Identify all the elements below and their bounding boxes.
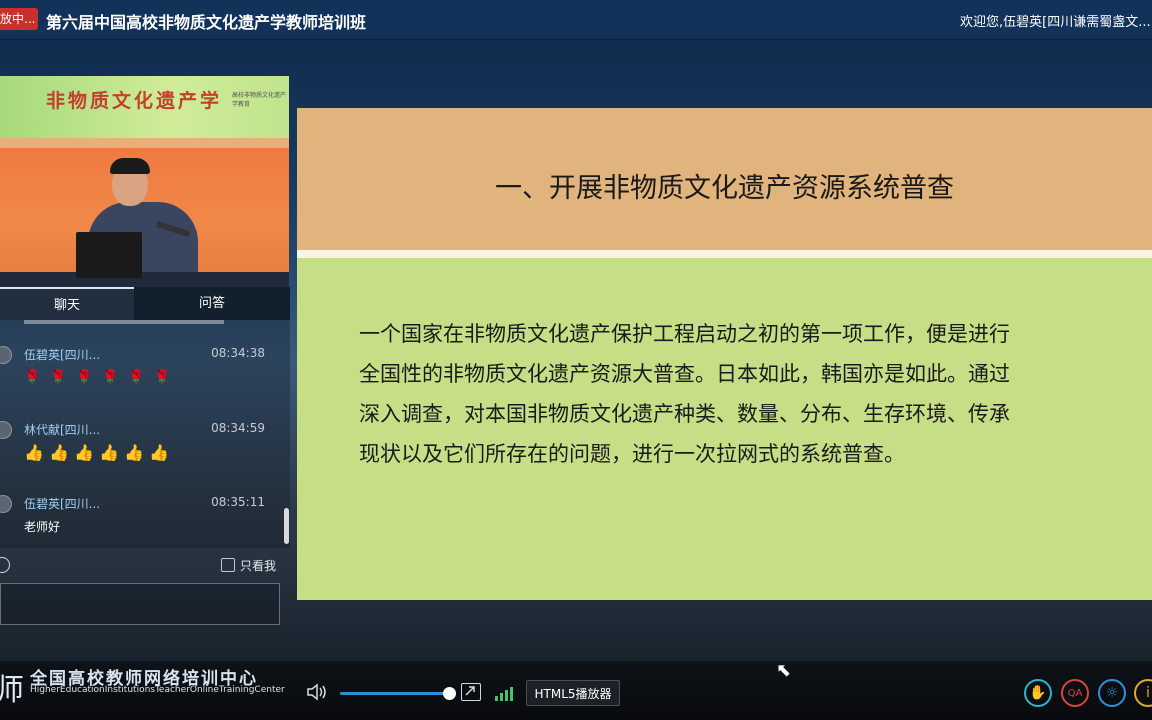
chat-body: 🌹 🌹 🌹 🌹 🌹 🌹	[24, 370, 180, 385]
chat-timestamp: 08:34:59	[211, 421, 265, 435]
teacher-video[interactable]: 非物质文化遗产学 高校非物质文化遗产学教育	[0, 76, 289, 301]
presentation-slide: 一、开展非物质文化遗产资源系统普查 一个国家在非物质文化遗产保护工程启动之初的第…	[297, 108, 1152, 600]
slide-body-text: 一个国家在非物质文化遗产保护工程启动之初的第一项工作，便是进行 全国性的非物质文…	[359, 314, 1104, 474]
chat-tabs: 聊天 问答	[0, 287, 290, 320]
chat-sender-name: 伍碧英[四川...	[24, 348, 101, 362]
rose-emoji-icon: 🌹	[128, 370, 145, 385]
html5-player-button[interactable]: HTML5播放器	[526, 680, 620, 706]
mouse-cursor-icon: ⬉	[776, 660, 792, 681]
qa-icon[interactable]: QA	[1061, 679, 1089, 707]
slide-body-line: 一个国家在非物质文化遗产保护工程启动之初的第一项工作，便是进行	[359, 322, 1010, 346]
expand-arrow-icon	[465, 686, 475, 696]
thumbs-up-emoji-icon: 👍	[74, 443, 94, 462]
slide-header-band: 一、开展非物质文化遗产资源系统普查	[297, 108, 1152, 250]
network-signal-icon	[495, 685, 517, 701]
thumbs-up-emoji-icon: 👍	[124, 443, 144, 462]
slide-body-band: 一个国家在非物质文化遗产保护工程启动之初的第一项工作，便是进行 全国性的非物质文…	[297, 258, 1152, 600]
raise-hand-icon[interactable]: ✋	[1024, 679, 1052, 707]
player-control-bar: 师 全国高校教师网络培训中心 HigherEducationInstitutio…	[0, 661, 1152, 720]
video-banner-text: 非物质文化遗产学	[46, 90, 223, 112]
stage-edge	[0, 138, 289, 148]
slide-body-line: 全国性的非物质文化遗产资源大普查。日本如此，韩国亦是如此。通过	[359, 362, 1010, 386]
only-me-checkbox[interactable]	[221, 558, 235, 572]
rose-emoji-icon: 🌹	[24, 370, 41, 385]
avatar	[0, 495, 12, 513]
slide-divider	[297, 250, 1152, 258]
live-status-badge: 放中...	[0, 8, 38, 30]
emoji-picker-icon[interactable]	[0, 557, 10, 573]
welcome-user-text: 欢迎您,伍碧英[四川谦需蜀盏文...	[960, 15, 1150, 30]
rose-emoji-icon: 🌹	[154, 370, 171, 385]
training-center-english-name: HigherEducationInstitutionsTeacherOnline…	[30, 685, 285, 695]
rose-emoji-icon: 🌹	[50, 370, 67, 385]
volume-slider[interactable]	[340, 692, 448, 695]
course-title: 第六届中国高校非物质文化遗产学教师培训班	[46, 13, 367, 32]
chat-timestamp: 08:35:11	[211, 495, 265, 509]
chat-message-list[interactable]: 伍碧英[四川... 08:34:38 🌹 🌹 🌹 🌹 🌹 🌹 林代献[四川... 08:3…	[0, 320, 290, 548]
thumbs-up-emoji-icon: 👍	[24, 443, 44, 462]
slide-heading: 一、开展非物质文化遗产资源系统普查	[495, 173, 954, 204]
thumbs-up-emoji-icon: 👍	[149, 443, 169, 462]
volume-icon[interactable]	[306, 683, 330, 701]
chat-body: 老师好	[24, 520, 61, 534]
laptop	[76, 232, 142, 278]
tab-chat[interactable]: 聊天	[0, 287, 134, 320]
chat-options-row: 只看我	[0, 554, 290, 580]
presenter-hair	[110, 158, 150, 174]
only-me-label: 只看我	[240, 559, 277, 573]
thumbs-up-emoji-icon: 👍	[49, 443, 69, 462]
slide-body-line: 深入调查，对本国非物质文化遗产种类、数量、分布、生存环境、传承	[359, 402, 1010, 426]
slide-body-line: 现状以及它们所存在的问题，进行一次拉网式的系统普查。	[359, 442, 905, 466]
chat-input[interactable]	[0, 583, 280, 625]
video-banner-subtext: 高校非物质文化遗产学教育	[232, 92, 287, 108]
tab-qa[interactable]: 问答	[134, 287, 290, 320]
avatar	[0, 346, 12, 364]
rose-emoji-icon: 🌹	[102, 370, 119, 385]
chat-sender-name: 伍碧英[四川...	[24, 497, 101, 511]
training-center-logo: 师	[0, 673, 24, 708]
avatar	[0, 421, 12, 439]
scrolled-message-remnant	[24, 320, 224, 324]
chat-sender-name: 林代献[四川...	[24, 423, 101, 437]
info-icon[interactable]: i	[1134, 679, 1152, 707]
volume-slider-handle[interactable]	[443, 687, 456, 700]
picture-in-picture-icon[interactable]	[461, 683, 481, 701]
brightness-icon[interactable]: ☼	[1098, 679, 1126, 707]
chat-body: 👍 👍 👍 👍 👍 👍	[24, 443, 174, 462]
top-bar: 放中... 第六届中国高校非物质文化遗产学教师培训班 欢迎您,伍碧英[四川谦需蜀…	[0, 0, 1152, 40]
chat-scrollbar[interactable]	[284, 508, 289, 544]
rose-emoji-icon: 🌹	[76, 370, 93, 385]
chat-timestamp: 08:34:38	[211, 346, 265, 360]
thumbs-up-emoji-icon: 👍	[99, 443, 119, 462]
